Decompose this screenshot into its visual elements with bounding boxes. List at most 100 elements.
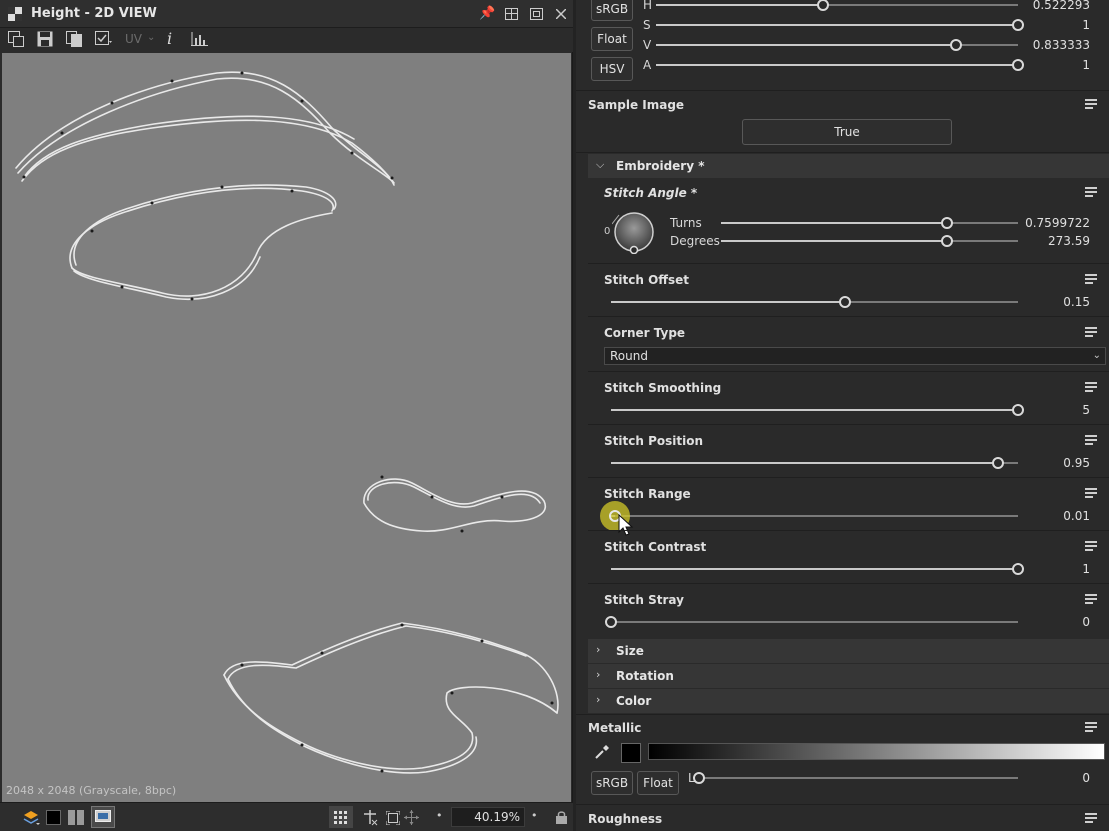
slider-thumb[interactable]: [839, 296, 852, 308]
menu-icon[interactable]: [1085, 382, 1099, 394]
save-icon[interactable]: [37, 31, 53, 47]
slider-fill: [611, 568, 1018, 570]
channel-h-value[interactable]: 0.522293: [1000, 0, 1090, 12]
channel-a-slider[interactable]: [656, 59, 1024, 71]
turns-value[interactable]: 0.7599722: [1000, 216, 1090, 230]
pin-icon[interactable]: 📌: [479, 6, 495, 22]
sample-image-true-button[interactable]: True: [742, 119, 952, 145]
transform-icon[interactable]: [362, 810, 378, 826]
slider-thumb[interactable]: [693, 772, 705, 784]
copy-icon[interactable]: [66, 31, 82, 47]
stitch-position-value[interactable]: 0.95: [1000, 456, 1090, 470]
chevron-right-icon: ›: [596, 693, 601, 706]
srgb-button[interactable]: sRGB: [591, 0, 633, 21]
eyedropper-icon[interactable]: [594, 744, 610, 760]
degrees-slider[interactable]: [721, 235, 1018, 247]
channel-s-value[interactable]: 1: [1000, 18, 1090, 32]
slider-thumb[interactable]: [940, 217, 953, 229]
color-group-title: Color: [616, 694, 652, 708]
split-view-icon[interactable]: [68, 810, 84, 825]
size-group-header[interactable]: › Size: [588, 639, 1109, 663]
maximize-icon[interactable]: [530, 8, 543, 20]
menu-icon[interactable]: [1085, 99, 1099, 111]
slider-thumb[interactable]: [605, 616, 617, 628]
histogram-icon[interactable]: [191, 32, 208, 46]
turns-slider[interactable]: [721, 217, 1018, 229]
embroidery-group-header[interactable]: ⌵ Embroidery *: [588, 154, 1109, 178]
stitch-stray-slider[interactable]: [605, 616, 1018, 628]
close-icon[interactable]: [556, 9, 566, 19]
chevron-down-icon: ⌄: [1092, 350, 1101, 361]
channel-v-label: V: [643, 38, 652, 52]
degrees-value[interactable]: 273.59: [1000, 234, 1090, 248]
corner-type-value: Round: [610, 349, 648, 363]
info-icon[interactable]: i: [167, 29, 172, 48]
view-mode-icon[interactable]: [95, 31, 113, 47]
layers-icon[interactable]: [22, 809, 42, 826]
stitch-smoothing-slider[interactable]: [611, 404, 1024, 416]
stitch-offset-slider[interactable]: [611, 296, 1018, 308]
channel-s-slider[interactable]: [656, 19, 1024, 31]
uv-chevron-icon[interactable]: ⌄: [147, 32, 155, 43]
menu-icon[interactable]: [1085, 594, 1099, 606]
properties-panel: sRGB Float HSV H 0.522293 S 1 V 0.833333…: [576, 0, 1109, 831]
menu-icon[interactable]: [1085, 187, 1099, 199]
stitch-range-value[interactable]: 0.01: [1000, 509, 1090, 523]
black-swatch[interactable]: [46, 810, 61, 825]
menu-icon[interactable]: [1085, 813, 1099, 825]
stitch-position-slider[interactable]: [611, 457, 1018, 469]
corner-type-title: Corner Type: [604, 326, 686, 340]
stitch-range-slider[interactable]: [611, 515, 1018, 517]
slider-fill: [721, 240, 947, 242]
slider-thumb[interactable]: [816, 0, 829, 11]
slider-thumb[interactable]: [950, 39, 963, 51]
lock-icon[interactable]: [556, 811, 567, 824]
channel-v-slider[interactable]: [656, 39, 1018, 51]
menu-icon[interactable]: [1085, 435, 1099, 447]
channel-v-value[interactable]: 0.833333: [1000, 38, 1090, 52]
color-group-header[interactable]: › Color: [588, 689, 1109, 713]
slider-fill: [611, 301, 846, 303]
zoom-level-input[interactable]: 40.19%: [451, 807, 525, 827]
metallic-l-value[interactable]: 0: [1000, 771, 1090, 785]
float-button[interactable]: Float: [591, 27, 633, 51]
metallic-color-swatch[interactable]: [621, 743, 641, 763]
layout-icon[interactable]: [505, 8, 518, 20]
stitch-smoothing-title: Stitch Smoothing: [604, 381, 722, 395]
slider-thumb[interactable]: [940, 235, 953, 247]
zoom-in-icon[interactable]: •: [531, 809, 538, 822]
stitch-stray-value[interactable]: 0: [1000, 615, 1090, 629]
export-icon[interactable]: [8, 31, 24, 47]
channel-h-slider[interactable]: [656, 0, 1018, 11]
uv-toggle[interactable]: UV: [125, 32, 142, 46]
stitch-contrast-slider[interactable]: [611, 563, 1024, 575]
pan-icon[interactable]: [404, 810, 419, 825]
menu-icon[interactable]: [1085, 327, 1099, 339]
hsv-button[interactable]: HSV: [591, 57, 633, 81]
metallic-srgb-button[interactable]: sRGB: [591, 771, 633, 795]
stitch-contrast-value[interactable]: 1: [1000, 562, 1090, 576]
height-map-canvas[interactable]: [2, 53, 571, 802]
rotation-group-header[interactable]: › Rotation: [588, 664, 1109, 688]
menu-icon[interactable]: [1085, 722, 1099, 734]
metallic-l-slider[interactable]: [693, 772, 1018, 784]
channel-a-value[interactable]: 1: [1000, 58, 1090, 72]
angle-dial[interactable]: [612, 210, 658, 254]
grid-icon: [334, 811, 347, 824]
metallic-float-button[interactable]: Float: [637, 771, 679, 795]
chevron-right-icon: ›: [596, 643, 601, 656]
slider-fill: [656, 4, 823, 6]
menu-icon[interactable]: [1085, 541, 1099, 553]
checker-icon: [8, 7, 22, 21]
embroidery-title: Embroidery *: [616, 159, 705, 173]
fit-view-icon[interactable]: [386, 811, 400, 825]
zoom-out-icon[interactable]: •: [436, 809, 443, 822]
corner-type-select[interactable]: Round ⌄: [604, 347, 1106, 365]
view-title: Height - 2D VIEW: [31, 6, 157, 21]
image-info-status: 2048 x 2048 (Grayscale, 8bpc): [6, 784, 177, 797]
stitch-offset-value[interactable]: 0.15: [1000, 295, 1090, 309]
stitch-smoothing-value[interactable]: 5: [1000, 403, 1090, 417]
menu-icon[interactable]: [1085, 488, 1099, 500]
metallic-gradient-bar[interactable]: [648, 743, 1105, 760]
menu-icon[interactable]: [1085, 274, 1099, 286]
